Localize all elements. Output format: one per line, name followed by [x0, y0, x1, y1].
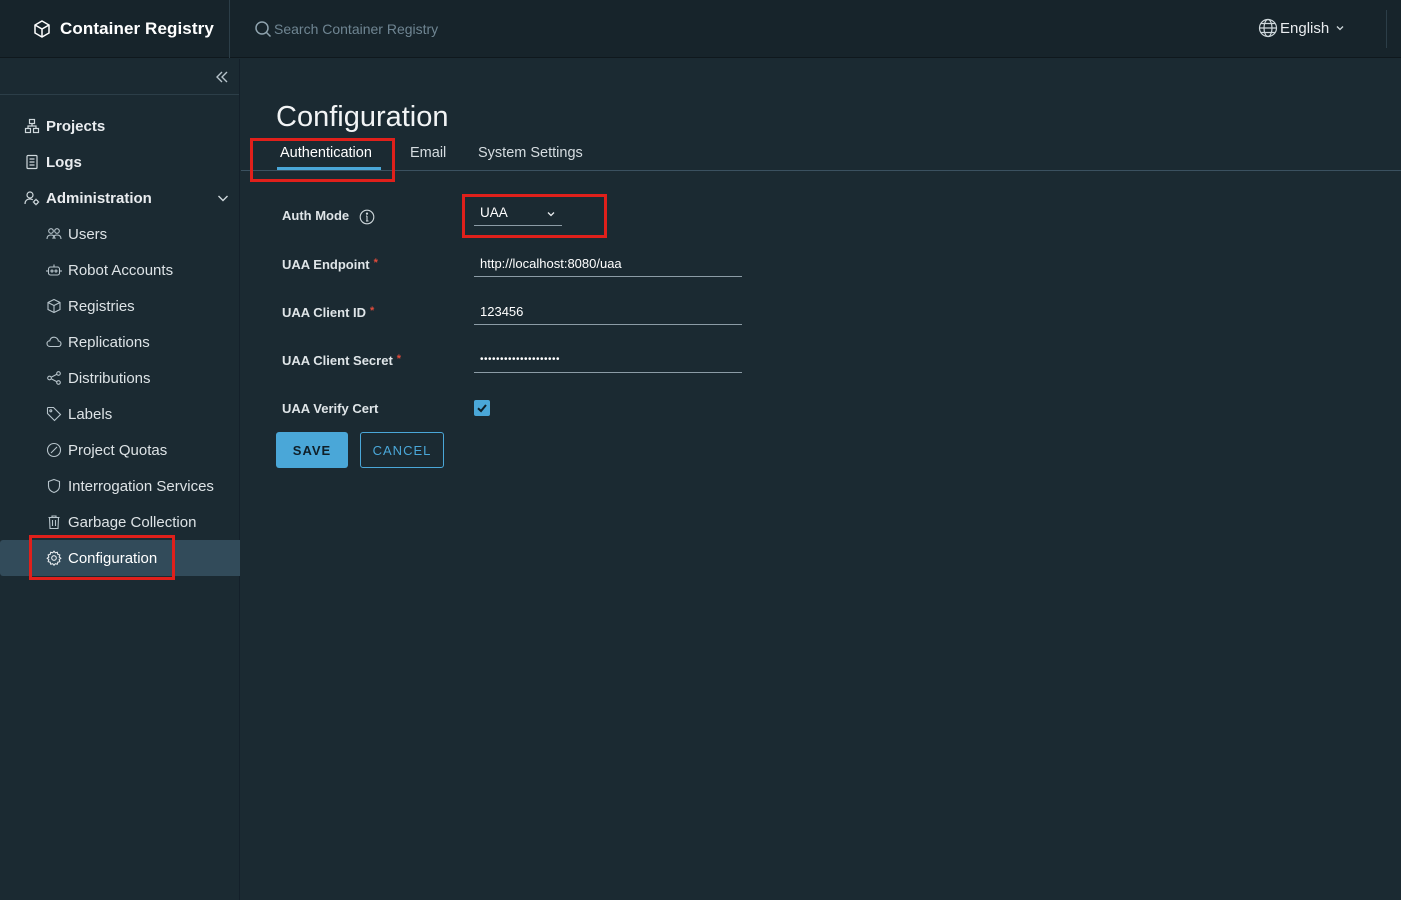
sidebar-item-interrogation-services[interactable]: Interrogation Services — [0, 468, 240, 504]
sidebar-item-label: Garbage Collection — [68, 513, 197, 531]
robot-icon — [46, 262, 62, 278]
trash-icon — [46, 514, 62, 530]
brand[interactable]: Container Registry — [0, 0, 230, 58]
gear-icon — [46, 550, 62, 566]
auth-mode-select[interactable]: UAA — [474, 202, 562, 226]
sidebar-item-label: Interrogation Services — [68, 477, 214, 495]
language-label: English — [1280, 19, 1330, 37]
header-divider — [1386, 10, 1387, 48]
registries-icon — [46, 298, 62, 314]
uaa-endpoint-field[interactable]: http://localhost:8080/uaa — [474, 253, 742, 277]
auth-mode-label-text: Auth Mode — [282, 208, 350, 223]
uaa-client-secret-label-text: UAA Client Secret — [282, 353, 393, 368]
main-content: Configuration Authentication Email Syste… — [241, 59, 1401, 900]
search-bar[interactable] — [254, 20, 474, 38]
administration-icon — [24, 190, 40, 206]
active-tab-indicator — [277, 167, 381, 170]
sidebar-item-label: Projects — [46, 117, 106, 135]
sidebar-item-label: Users — [68, 225, 108, 243]
required-marker: * — [373, 257, 378, 269]
sidebar-item-configuration[interactable]: Configuration — [0, 540, 240, 576]
sidebar-item-label: Replications — [68, 333, 150, 351]
tab-email[interactable]: Email — [410, 145, 446, 161]
projects-icon — [24, 118, 40, 134]
uaa-verify-cert-label: UAA Verify Cert — [282, 401, 379, 416]
uaa-endpoint-label: UAA Endpoint * — [282, 257, 378, 272]
top-header: Container Registry English — [0, 0, 1401, 58]
uaa-client-id-field[interactable]: 123456 — [474, 301, 742, 325]
auth-mode-label: Auth Mode — [282, 208, 375, 225]
sidebar-item-garbage-collection[interactable]: Garbage Collection — [0, 504, 240, 540]
sidebar-item-administration[interactable]: Administration — [0, 180, 240, 216]
sidebar-item-label: Distributions — [68, 369, 151, 387]
collapse-sidebar-icon[interactable] — [214, 69, 230, 85]
sidebar-item-users[interactable]: Users — [0, 216, 240, 252]
gauge-icon — [46, 442, 62, 458]
sidebar-item-label: Registries — [68, 297, 135, 315]
language-selector[interactable]: English — [1258, 18, 1345, 38]
sidebar-item-labels[interactable]: Labels — [0, 396, 240, 432]
tab-authentication[interactable]: Authentication — [280, 145, 372, 161]
sidebar-item-label: Project Quotas — [68, 441, 168, 459]
sidebar-item-label: Administration — [46, 189, 152, 207]
share-icon — [46, 370, 62, 386]
shield-icon — [46, 478, 62, 494]
search-icon — [255, 20, 272, 37]
uaa-client-secret-field[interactable]: •••••••••••••••••••• — [474, 349, 742, 373]
sidebar-item-projects[interactable]: Projects — [0, 108, 240, 144]
uaa-verify-cert-checkbox[interactable] — [474, 400, 490, 416]
required-marker: * — [370, 305, 375, 317]
auth-mode-value: UAA — [480, 205, 508, 220]
sidebar: Projects Logs Administration Users Robot… — [0, 59, 240, 900]
search-input[interactable] — [274, 20, 449, 37]
logs-icon — [24, 154, 40, 170]
required-marker: * — [396, 353, 402, 365]
chevron-down-icon — [1336, 26, 1344, 31]
app-title: Container Registry — [60, 18, 214, 38]
sidebar-item-project-quotas[interactable]: Project Quotas — [0, 432, 240, 468]
cloud-sync-icon — [46, 334, 62, 350]
uaa-endpoint-label-text: UAA Endpoint — [282, 257, 370, 272]
sidebar-item-label: Robot Accounts — [68, 261, 174, 279]
info-icon[interactable] — [359, 209, 375, 225]
sidebar-item-label: Configuration — [68, 549, 158, 567]
uaa-client-id-label-text: UAA Client ID — [282, 305, 367, 320]
cancel-button[interactable]: CANCEL — [360, 432, 444, 468]
container-cube-icon — [34, 19, 50, 38]
chevron-down-icon[interactable] — [216, 191, 230, 205]
chevron-down-icon — [547, 212, 555, 217]
sidebar-item-replications[interactable]: Replications — [0, 324, 240, 360]
checkmark-icon — [477, 404, 487, 413]
sidebar-item-robot-accounts[interactable]: Robot Accounts — [0, 252, 240, 288]
sidebar-item-label: Logs — [46, 153, 82, 171]
tab-system-settings[interactable]: System Settings — [478, 145, 583, 161]
tag-icon — [46, 406, 62, 422]
users-icon — [46, 226, 62, 242]
uaa-client-secret-label: UAA Client Secret * — [282, 353, 401, 368]
sidebar-item-distributions[interactable]: Distributions — [0, 360, 240, 396]
config-tabs: Authentication Email System Settings — [241, 139, 1401, 171]
sidebar-toolbar — [0, 59, 239, 95]
sidebar-item-registries[interactable]: Registries — [0, 288, 240, 324]
uaa-client-id-label: UAA Client ID * — [282, 305, 374, 320]
sidebar-item-logs[interactable]: Logs — [0, 144, 240, 180]
globe-icon — [1258, 18, 1278, 38]
page-title: Configuration — [276, 101, 449, 133]
save-button[interactable]: SAVE — [276, 432, 348, 468]
sidebar-item-label: Labels — [68, 405, 113, 423]
